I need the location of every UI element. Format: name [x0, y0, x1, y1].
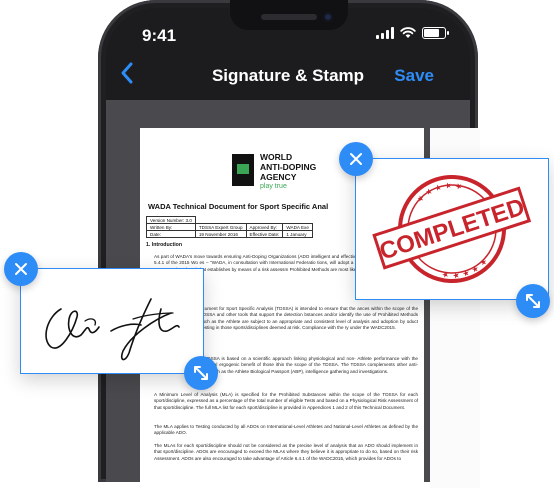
logo-tagline: play true [260, 183, 287, 190]
svg-text:★: ★ [443, 180, 453, 191]
resize-stamp-handle[interactable] [516, 284, 550, 318]
save-button[interactable]: Save [394, 66, 434, 86]
table-row: Version Number: 3.0 [146, 216, 313, 224]
svg-text:★: ★ [433, 182, 443, 193]
paragraph: ocument for Sport Specific Analysis (TDS… [200, 306, 418, 330]
resize-signature-handle[interactable] [184, 356, 218, 390]
section-heading: 1. Introduction [146, 242, 183, 248]
speaker [261, 14, 317, 20]
signature-box[interactable] [20, 268, 204, 374]
logo-line-3: AGENCY [260, 172, 297, 182]
table-cell: Written By: [146, 223, 196, 231]
status-icons [376, 27, 449, 39]
close-icon [350, 153, 362, 165]
document-title: WADA Technical Document for Sport Specif… [148, 202, 329, 211]
table-cell: Approved By: [245, 223, 284, 231]
paragraph: The MLA applies to Testing conducted by … [154, 424, 418, 436]
table-cell: Date: [146, 230, 196, 238]
paragraph: The MLAs for each sport/discipline shoul… [154, 443, 418, 461]
wada-logo-mark [232, 154, 254, 186]
wifi-icon [400, 27, 416, 38]
front-camera [323, 12, 333, 22]
remove-stamp-button[interactable] [339, 142, 373, 176]
handwritten-signature [45, 298, 180, 361]
wada-logo: WORLD ANTI-DOPING AGENCY play true [232, 152, 342, 192]
document-meta-table: Version Number: 3.0 Written By: TDSSA Ex… [146, 216, 313, 238]
paragraph: A Minimum Level of Analysis (MLA) is spe… [154, 392, 418, 410]
table-cell: Version Number: 3.0 [146, 216, 196, 224]
logo-line-2: ANTI-DOPING [260, 162, 317, 172]
cellular-signal-icon [376, 27, 394, 39]
status-time: 9:41 [142, 26, 177, 45]
close-icon [15, 263, 27, 275]
table-row: Written By: TDSSA Expert Group Approved … [146, 223, 313, 231]
resize-diagonal-icon [194, 366, 208, 380]
table-row: Date: 19 November 2016 Effective Date: 1… [146, 230, 313, 238]
svg-text:★: ★ [454, 181, 464, 192]
table-cell: WADA Exe [282, 223, 313, 231]
remove-signature-button[interactable] [4, 252, 38, 286]
table-cell: TDSSA Expert Group [194, 223, 247, 231]
paragraph: n TDSSA is based on a scientific approac… [200, 356, 418, 374]
table-cell: Effective Date: [245, 230, 284, 238]
stamp-box[interactable]: ★ ★ ★ ★ ★ ★ ★ ★ ★ ★ COMPLETED [355, 158, 549, 300]
completed-stamp: ★★ ★ ★ ★ ★ ★ ★ ★★ COMPLETED [372, 175, 532, 283]
svg-text:★: ★ [424, 186, 434, 197]
resize-diagonal-icon [526, 294, 540, 308]
navigation-bar: Signature & Stamp Save [106, 56, 470, 96]
battery-icon [422, 27, 449, 39]
table-cell: 1 January [282, 230, 313, 238]
table-cell: 19 November 2016 [194, 230, 247, 238]
svg-text:★: ★ [441, 269, 451, 280]
logo-line-1: WORLD [260, 152, 293, 162]
